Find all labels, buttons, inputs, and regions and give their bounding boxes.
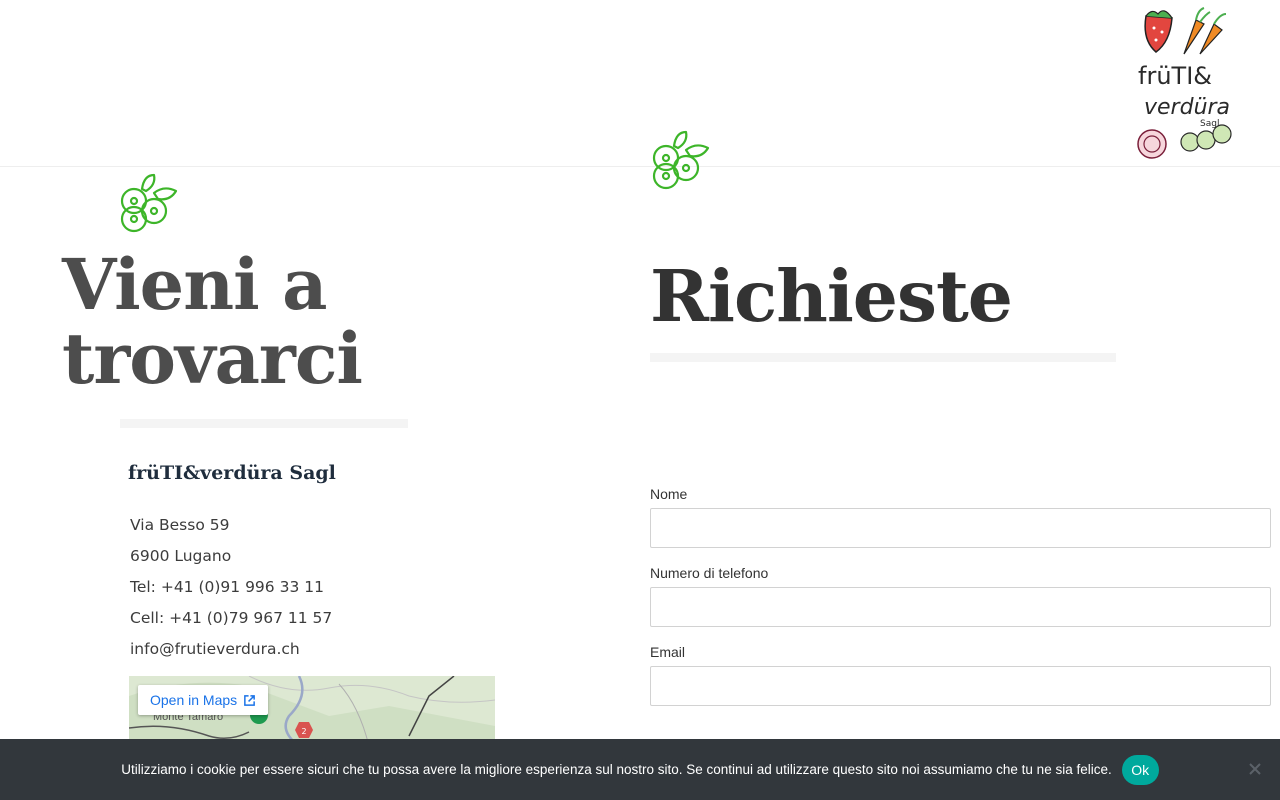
address-phone[interactable]: Tel: +41 (0)91 996 33 11 (130, 575, 332, 606)
address-mobile[interactable]: Cell: +41 (0)79 967 11 57 (130, 606, 332, 637)
phone-input[interactable] (650, 587, 1271, 627)
requests-heading: Richieste (650, 254, 1013, 338)
phone-field-group: Numero di telefono (650, 565, 1271, 627)
name-label: Nome (650, 486, 688, 502)
address-city: 6900 Lugano (130, 547, 232, 565)
cookie-ok-button[interactable]: Ok (1121, 754, 1159, 785)
open-in-maps-button[interactable]: Open in Maps (138, 685, 269, 715)
name-input[interactable] (650, 508, 1271, 548)
logo-graphic: früTI& verdüra Sagl (1137, 7, 1232, 159)
external-link-icon (244, 694, 256, 706)
site-logo[interactable]: früTI& verdüra Sagl (1134, 2, 1252, 162)
address-street: Via Besso 59 (130, 516, 230, 534)
blueberry-icon (652, 130, 710, 190)
request-form: Nome Numero di telefono Email (650, 486, 1271, 723)
cookie-text: Utilizziamo i cookie per essere sicuri c… (121, 762, 1112, 777)
email-field-group: Email (650, 644, 1271, 706)
site-header: früTI& verdüra Sagl (0, 0, 1280, 167)
company-name: früTI&verdüra Sagl (128, 462, 336, 484)
phone-label: Numero di telefono (650, 565, 769, 581)
open-in-maps-label: Open in Maps (150, 692, 238, 708)
address-list: Via Besso 59 6900 Lugano Tel: +41 (0)91 … (130, 513, 332, 668)
close-icon[interactable] (1244, 758, 1266, 780)
blueberry-icon (120, 173, 178, 233)
contact-heading-line1: Vieni a (62, 243, 327, 326)
name-field-group: Nome (650, 486, 1271, 548)
contact-divider (120, 419, 408, 428)
route-badge: 2 (301, 727, 306, 736)
contact-heading-line2: trovarci (62, 317, 363, 400)
logo-text-1: früTI& (1138, 62, 1212, 90)
email-label: Email (650, 644, 686, 660)
email-input[interactable] (650, 666, 1271, 706)
contact-heading: Vieni a trovarci (62, 248, 482, 396)
address-email[interactable]: info@frutieverdura.ch (130, 637, 332, 668)
logo-text-2: verdüra (1144, 95, 1230, 120)
requests-divider (650, 353, 1116, 362)
location-map[interactable]: 2 Monte Tamaro Open in Maps (129, 676, 495, 746)
cookie-banner: Utilizziamo i cookie per essere sicuri c… (0, 739, 1280, 800)
